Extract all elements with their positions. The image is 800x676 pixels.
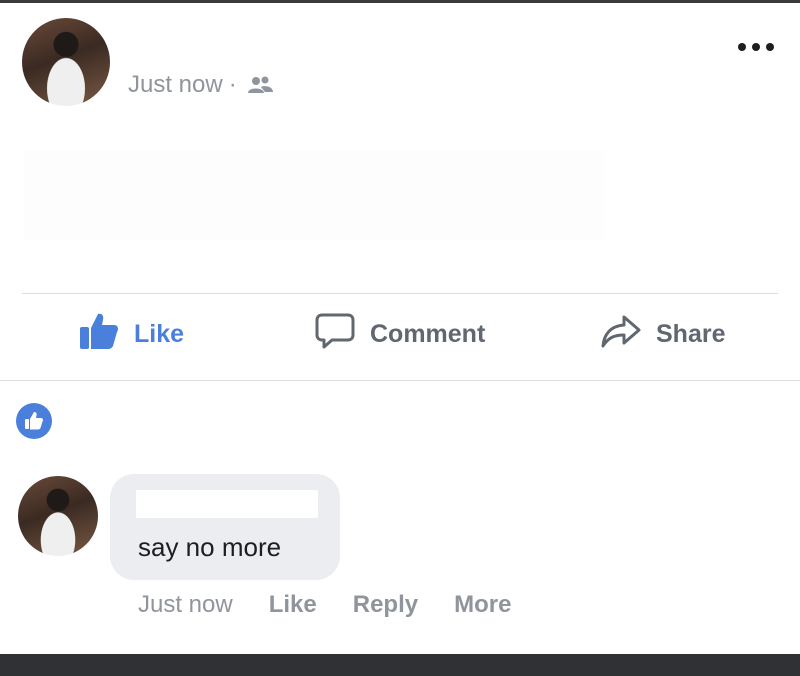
like-label: Like: [134, 319, 185, 348]
comment-text: say no more: [138, 532, 282, 562]
options-dot: [738, 43, 746, 51]
comment-like-link[interactable]: Like: [269, 591, 317, 619]
post-options-icon[interactable]: [738, 36, 774, 58]
comment-label: Comment: [370, 319, 486, 348]
options-dot: [766, 43, 774, 51]
post-content: [24, 150, 604, 240]
comment-more-link[interactable]: More: [454, 591, 511, 619]
reaction-like-badge[interactable]: [16, 403, 52, 439]
bottom-bar: [0, 654, 800, 676]
like-button[interactable]: Like: [78, 312, 184, 356]
top-edge: [0, 0, 800, 3]
commenter-name-redacted: [136, 490, 318, 518]
comment-icon: [314, 311, 356, 358]
meta-separator: ·: [228, 71, 237, 98]
post-meta: Just now ·: [128, 70, 275, 100]
comment-timestamp[interactable]: Just now: [138, 591, 233, 619]
comment-reply-link[interactable]: Reply: [353, 591, 418, 619]
post-timestamp[interactable]: Just now: [128, 71, 223, 99]
comment-button[interactable]: Comment: [314, 312, 485, 356]
comment-bubble: say no more: [110, 474, 340, 580]
share-button[interactable]: Share: [600, 312, 725, 356]
comment-actions: Just now Like Reply More: [138, 588, 511, 622]
divider: [0, 380, 800, 381]
friends-icon[interactable]: [247, 75, 275, 95]
commenter-avatar[interactable]: [18, 476, 98, 556]
share-label: Share: [656, 319, 726, 348]
share-arrow-icon: [600, 311, 642, 358]
divider: [22, 293, 778, 294]
thumbs-up-icon: [78, 311, 120, 358]
post-author-avatar[interactable]: [22, 18, 110, 106]
options-dot: [752, 43, 760, 51]
thumbs-up-icon: [25, 412, 43, 430]
